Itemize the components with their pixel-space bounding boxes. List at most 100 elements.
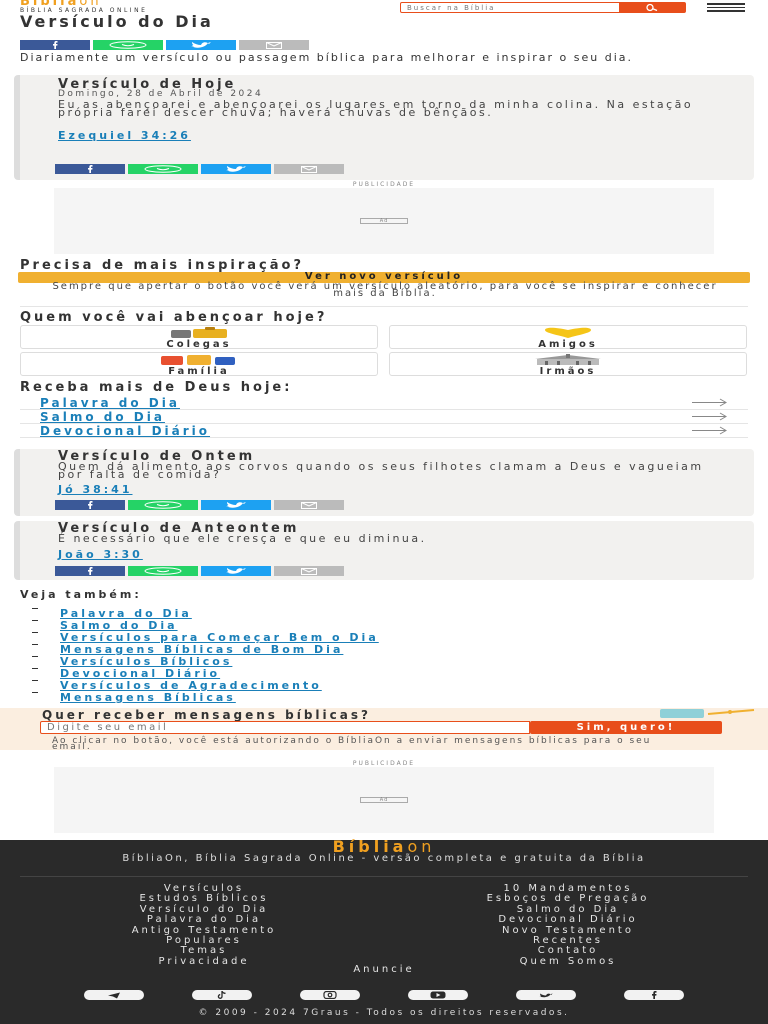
- share-twitter-button[interactable]: [201, 164, 271, 174]
- share-bar-day-before: [55, 566, 345, 576]
- ad-label: PUBLICIDADE: [352, 181, 416, 188]
- bless-card-friends[interactable]: Amigos: [389, 325, 747, 350]
- social-twitter-button[interactable]: [516, 990, 576, 1000]
- footer-links-left: Versículos Estudos Bíblicos Versículo do…: [24, 883, 384, 967]
- receive-link[interactable]: Palavra do Dia: [40, 396, 180, 410]
- share-facebook-button[interactable]: [55, 164, 125, 174]
- search-icon: [646, 3, 658, 12]
- verse-today-reference-link[interactable]: Ezequiel 34:26: [58, 130, 191, 141]
- whatsapp-icon: [109, 41, 147, 49]
- share-facebook-button[interactable]: [55, 566, 125, 576]
- list-item: Versículos de Agradecimento: [20, 674, 720, 691]
- verse-today-card: Versículo de Hoje Domingo, 28 de Abril d…: [14, 75, 754, 180]
- receive-link[interactable]: Salmo do Dia: [40, 410, 165, 424]
- receive-link-row[interactable]: Palavra do Dia: [20, 396, 748, 410]
- social-telegram-button[interactable]: [84, 990, 144, 1000]
- list-item: Versículos para Começar Bem o Dia: [20, 626, 720, 643]
- social-facebook-button[interactable]: [624, 990, 684, 1000]
- see-also-list: Palavra do Dia Salmo do Dia Versículos p…: [20, 602, 720, 703]
- receive-title: Receba mais de Deus hoje:: [20, 380, 293, 395]
- facebook-icon: [88, 501, 93, 509]
- facebook-icon: [652, 991, 657, 999]
- twitter-icon: [226, 568, 246, 574]
- footer-divider: [20, 876, 748, 877]
- newsletter-title: Quer receber mensagens bíblicas?: [42, 708, 371, 722]
- envelope-decoration-icon: [660, 709, 755, 718]
- see-also-link[interactable]: Mensagens Bíblicas: [60, 691, 236, 704]
- share-email-button[interactable]: [239, 40, 309, 50]
- footer-link[interactable]: Devocional Diário: [388, 914, 748, 925]
- share-whatsapp-button[interactable]: [128, 566, 198, 576]
- verse-yesterday-card: Versículo de Ontem Quem dá alimento aos …: [14, 449, 754, 516]
- bless-card-family[interactable]: Família: [20, 352, 378, 377]
- list-item: Devocional Diário: [20, 662, 720, 679]
- share-twitter-button[interactable]: [201, 500, 271, 510]
- email-icon: [301, 501, 317, 509]
- whatsapp-icon: [144, 165, 182, 173]
- share-facebook-button[interactable]: [55, 500, 125, 510]
- list-item: Mensagens Bíblicas de Bom Dia: [20, 638, 720, 655]
- share-whatsapp-button[interactable]: [93, 40, 163, 50]
- bless-label: Irmãos: [539, 366, 597, 377]
- share-facebook-button[interactable]: [20, 40, 90, 50]
- newsletter-box: Quer receber mensagens bíblicas? Sim, qu…: [0, 708, 768, 752]
- see-also-section: Veja também: Palavra do Dia Salmo do Dia…: [20, 588, 720, 703]
- share-email-button[interactable]: [274, 164, 344, 174]
- newsletter-email-input[interactable]: [40, 721, 530, 734]
- hamburger-menu-icon[interactable]: [707, 3, 745, 12]
- inspiration-title: Precisa de mais inspiração?: [20, 258, 304, 273]
- share-bar-yesterday: [55, 500, 345, 510]
- social-instagram-button[interactable]: [300, 990, 360, 1000]
- verse-yesterday-text: Quem dá alimento aos corvos quando os se…: [58, 460, 704, 481]
- search-button[interactable]: [619, 3, 685, 12]
- email-icon: [301, 567, 317, 575]
- social-tiktok-button[interactable]: [192, 990, 252, 1000]
- whatsapp-icon: [144, 501, 182, 509]
- list-item: Versículos Bíblicos: [20, 650, 720, 667]
- ad-badge: Ad: [360, 797, 408, 803]
- bless-title: Quem você vai abençoar hoje?: [20, 310, 328, 325]
- list-item: Palavra do Dia: [20, 602, 720, 619]
- random-verse-note: Sempre que apertar o botão você verá um …: [52, 281, 718, 299]
- telegram-icon: [108, 992, 120, 998]
- footer-advertise-link[interactable]: Anuncie: [0, 965, 768, 975]
- social-youtube-button[interactable]: [408, 990, 468, 1000]
- footer-tagline: BíbliaOn, Bíblia Sagrada Online - versão…: [122, 853, 646, 864]
- share-whatsapp-button[interactable]: [128, 500, 198, 510]
- verse-day-before-reference-link[interactable]: João 3:30: [58, 549, 143, 560]
- page-title: Versículo do Dia: [20, 12, 214, 31]
- receive-link-row[interactable]: Devocional Diário: [20, 424, 748, 438]
- share-twitter-button[interactable]: [166, 40, 236, 50]
- email-icon: [301, 165, 317, 173]
- list-item: Mensagens Bíblicas: [20, 686, 720, 703]
- receive-link-row[interactable]: Salmo do Dia: [20, 410, 748, 424]
- bless-label: Amigos: [538, 339, 598, 350]
- search-input[interactable]: [403, 3, 617, 12]
- site-footer: Bíbliaon BíbliaOn, Bíblia Sagrada Online…: [0, 839, 768, 1024]
- see-also-title: Veja também:: [20, 588, 142, 601]
- divider: [20, 306, 748, 307]
- arrow-right-icon: [692, 426, 727, 435]
- newsletter-submit-button[interactable]: Sim, quero!: [530, 721, 722, 734]
- email-icon: [266, 41, 282, 49]
- verse-day-before-card: Versículo de Anteontem É necessário que …: [14, 521, 754, 580]
- ad-badge: Ad: [360, 218, 408, 224]
- receive-link[interactable]: Devocional Diário: [40, 424, 210, 438]
- footer-copyright: © 2009 - 2024 7Graus - Todos os direitos…: [198, 1008, 570, 1018]
- facebook-icon: [88, 165, 93, 173]
- share-email-button[interactable]: [274, 566, 344, 576]
- share-twitter-button[interactable]: [201, 566, 271, 576]
- bless-card-brothers[interactable]: Irmãos: [389, 352, 747, 377]
- ad-slot[interactable]: Ad: [54, 188, 714, 254]
- share-whatsapp-button[interactable]: [128, 164, 198, 174]
- ad-label: PUBLICIDADE: [352, 760, 416, 767]
- share-email-button[interactable]: [274, 500, 344, 510]
- instagram-icon: [323, 991, 337, 999]
- bless-card-colleagues[interactable]: Colegas: [20, 325, 378, 350]
- verse-yesterday-reference-link[interactable]: Jó 38:41: [58, 484, 133, 495]
- share-bar-today: [55, 164, 345, 174]
- heart-icon: [545, 327, 591, 338]
- ad-slot[interactable]: Ad: [54, 767, 714, 833]
- footer-link[interactable]: Palavra do Dia: [24, 914, 384, 925]
- bless-label: Família: [168, 366, 230, 377]
